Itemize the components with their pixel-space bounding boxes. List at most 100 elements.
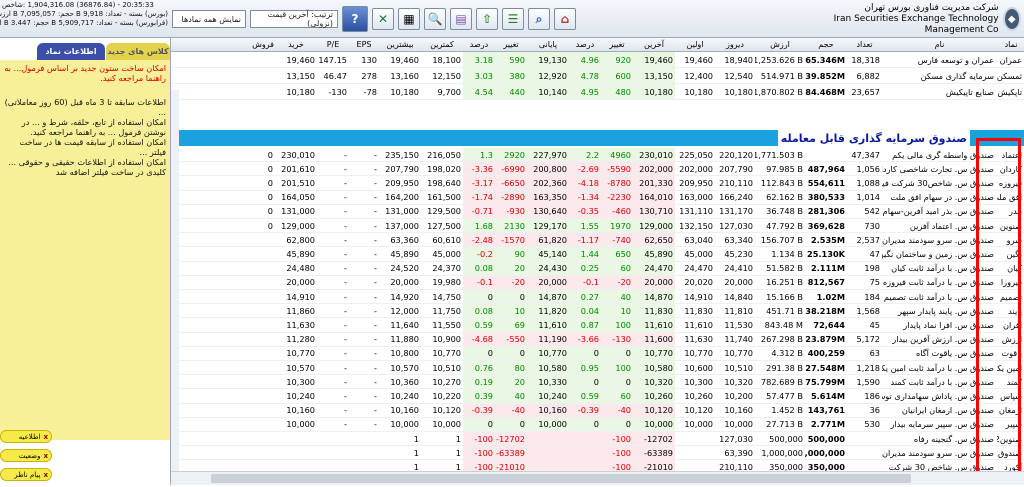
cell-col-low: 127,500 <box>427 220 461 231</box>
cell-col-yesterday: 63,390 <box>724 447 753 458</box>
cell-col-low: 1 <box>455 447 461 458</box>
table-row[interactable]: صندوق2صندوق س. سرو سودمند مدیران1,000,00… <box>171 446 1024 461</box>
table-row[interactable]: افق ملتصندوق س. در سهام افق ملت1,014380,… <box>171 190 1024 205</box>
cell-col-first <box>675 446 715 459</box>
cell-col-close-change: 90 <box>495 247 527 261</box>
cell-col-eps: - <box>374 405 377 416</box>
table-row[interactable]: کاردان صندوق س. تجارت شاخصی کاردان 1,056 48… <box>171 162 1024 177</box>
table-row[interactable]: افران صندوق س. افرا نماد پایدار 45 72,644 84… <box>171 318 1024 333</box>
cell-col-yesterday: 127,030 <box>719 433 753 444</box>
horizontal-scrollbar[interactable] <box>171 471 1024 485</box>
table-row[interactable]: فیروزاصندوق س. با درآمد ثابت فیروزه آسیا… <box>171 275 1024 290</box>
header-col-close-change[interactable]: تغییر <box>495 38 527 51</box>
cell-col-close: 10,000 <box>527 417 569 431</box>
cell-col-eps: - <box>374 419 377 430</box>
header-col-first[interactable]: اولین <box>675 38 715 51</box>
cell-col-bid: 10,160 <box>286 405 315 416</box>
cell-col-count: 1,590 <box>856 376 880 387</box>
status-button[interactable]: x وضعیت <box>0 449 52 462</box>
cell-col-close-change: -40 <box>495 403 527 417</box>
table-row[interactable]: فیروزهصندوق س. شاخص30 شرکت فیروزه1,08855… <box>171 176 1024 191</box>
table-row[interactable]: کمند صندوق س. با درآمد ثابت کمند 1,590 75.7… <box>171 375 1024 390</box>
list-icon[interactable]: ☰ <box>502 8 524 30</box>
vertical-scrollbar[interactable] <box>171 90 179 471</box>
table-row[interactable]: پایند صندوق س. پایند پایدار سپهر 1,568 38.2… <box>171 304 1024 319</box>
header-col-yesterday[interactable]: دیروز <box>715 38 755 51</box>
cell-col-last: 10,320 <box>633 375 675 389</box>
table-row[interactable]: ارزش صندوق س. ارزش آفرین بیدار 5,172 23.879… <box>171 332 1024 347</box>
table-row[interactable]: ثمسکن سرمایه گذاری مسکن 6,882 39.852M 514.97… <box>171 68 1024 84</box>
table-row[interactable]: صنوین2صندوق س. گنجینه رفاه500,000500,000… <box>171 432 1024 447</box>
help-icon[interactable]: ? <box>342 6 368 32</box>
cell-col-ask: 0 <box>267 192 273 203</box>
table-row[interactable]: سرو صندوق س. سرو سودمند مدیران 2,537 2.535M… <box>171 233 1024 248</box>
cell-col-pe: - <box>344 319 347 330</box>
cell-col-pe: - <box>344 291 347 302</box>
cell-col-close-pct: -0.2 <box>463 247 495 261</box>
scroll-thumb[interactable] <box>211 474 911 483</box>
header-col-close-pct[interactable]: درصد <box>463 38 495 51</box>
table-row[interactable]: کیان صندوق س. با درآمد ثابت کیان 198 2.111M… <box>171 261 1024 276</box>
cell-col-high: 45,890 <box>390 248 419 259</box>
header-col-pe[interactable]: P/E <box>317 38 349 51</box>
table-row[interactable]: بیدر صندوق س. بذر امید آفرین-سهام 542 281,3… <box>171 204 1024 219</box>
cell-col-last: 13,150 <box>633 68 675 83</box>
header-col-name[interactable]: نام <box>882 38 997 51</box>
sort-dropdown[interactable]: ترتیب: آخرین قیمت (نزولی) <box>250 10 338 28</box>
header-col-value[interactable]: ارزش <box>755 38 805 51</box>
filter-dropdown[interactable]: نمایش همه نمادها <box>172 10 246 28</box>
brand-name-fa: شرکت مدیریت فناوری بورس تهران <box>864 2 999 13</box>
cell-col-close-pct: -4.68 <box>463 332 495 346</box>
header-col-low[interactable]: کمترین <box>421 38 463 51</box>
excel-icon[interactable]: ✕ <box>372 8 394 30</box>
table-row[interactable]: یاقوت صندوق س. یاقوت آگاه 63 400,259 4.312 B… <box>171 346 1024 361</box>
up-arrow-icon[interactable]: ⇧ <box>476 8 498 30</box>
cell-col-close: 11,610 <box>527 318 569 332</box>
cell-col-ask <box>251 84 275 99</box>
tab-new-classes[interactable]: کلاس های جدید <box>106 43 170 60</box>
header-col-high[interactable]: بیشترین <box>379 38 421 51</box>
cell-col-close-pct: 1.3 <box>463 148 495 162</box>
search-icon[interactable]: ⌕ <box>528 8 550 30</box>
cell-col-value: 267.298 B <box>760 334 803 345</box>
header-col-symbol[interactable]: نماد <box>997 38 1024 51</box>
cell-col-last: 62,650 <box>633 233 675 247</box>
cell-col-volume: 369,628 <box>807 220 845 231</box>
table-row[interactable]: تصمیم صندوق س. با درآمد ثابت تصمیم 184 1.02… <box>171 290 1024 305</box>
cell-col-last-pct: 4.95 <box>569 84 601 99</box>
grid-icon[interactable]: ▦ <box>398 8 420 30</box>
table-row[interactable]: اعتماد صندوق واسطه گری مالی یکم 47,347 1,77… <box>171 148 1024 163</box>
market-farabourse-line: (فرابورس) بسته - تعداد: 5,909,717 B حجم:… <box>0 19 168 27</box>
cell-col-first: 225,050 <box>679 149 713 160</box>
cell-col-ask <box>251 446 275 459</box>
header-col-last-change[interactable]: تغییر <box>601 38 633 51</box>
header-col-last[interactable]: آخرین <box>633 38 675 51</box>
table-row[interactable]: تاپکیشصنایع تاپیکیش 23,657 184.468M1,870.8… <box>171 84 1024 100</box>
header-col-volume[interactable]: حجم <box>805 38 847 51</box>
announcements-button[interactable]: x اطلاعیه <box>0 430 52 443</box>
header-col-last-pct[interactable]: درصد <box>569 38 601 51</box>
cell-col-ask <box>251 404 275 417</box>
tab-symbol-info[interactable]: اطلاعات نماد <box>37 43 105 60</box>
cell-col-ask <box>251 304 275 317</box>
calendar-icon[interactable]: ▤ <box>450 8 472 30</box>
table-row[interactable]: امین یکمصندوق س. با درآمد ثابت امین یکم … <box>171 361 1024 376</box>
supervisor-message-button[interactable]: x پیام ناظر <box>0 468 52 481</box>
preview-icon[interactable]: 🔍 <box>424 8 446 30</box>
cell-col-yesterday: 45,230 <box>724 248 753 259</box>
cell-col-first: 12,400 <box>684 70 713 81</box>
table-row[interactable]: نگین صندوق س. زمین و ساختمان نگین 47 25.130… <box>171 247 1024 262</box>
home-icon[interactable]: ⌂ <box>554 8 576 30</box>
header-col-count[interactable]: تعداد <box>847 38 882 51</box>
cell-col-close: 45,140 <box>527 247 569 261</box>
table-row[interactable]: سپیر صندوق س. سپیر سرمایه بیدار 530 2.771M 2… <box>171 417 1024 432</box>
table-row[interactable]: ارمغان صندوق س. ارمغان ایرانیان 36 143,761 1… <box>171 403 1024 418</box>
header-col-eps[interactable]: EPS <box>349 38 379 51</box>
table-row[interactable]: صنوین صندوق س. اعتماد آفرین 730 369,628 47.7… <box>171 219 1024 234</box>
header-col-ask[interactable]: فروش <box>251 38 275 51</box>
table-row[interactable]: سپاس صندوق س. پاداش سهامداری توسعه 186 5.61… <box>171 389 1024 404</box>
cell-col-close-pct: 0.19 <box>463 375 495 389</box>
table-row[interactable]: عمران عمران و توسعه فارس 18,318 65.346M 1,25… <box>171 52 1024 68</box>
header-col-bid[interactable]: خرید <box>275 38 317 51</box>
header-col-close[interactable]: پایانی <box>527 38 569 51</box>
